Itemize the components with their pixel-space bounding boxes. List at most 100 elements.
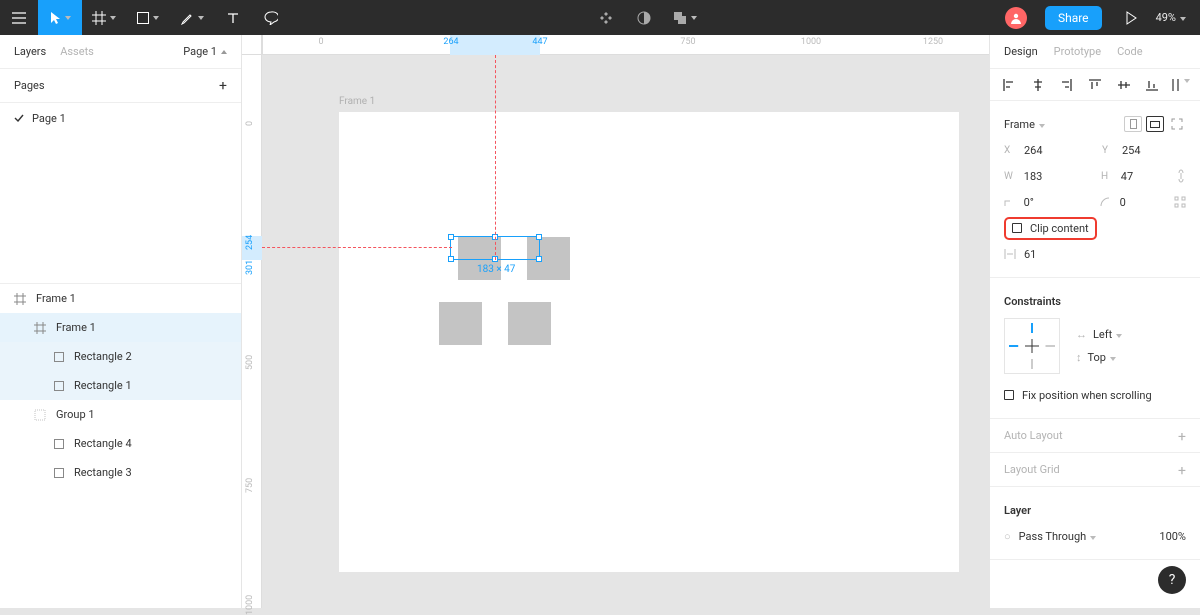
mask-icon[interactable]: [625, 0, 663, 35]
align-bottom-icon[interactable]: [1143, 79, 1161, 91]
rotation-icon: [1004, 197, 1016, 207]
text-tool-button[interactable]: [214, 0, 252, 35]
guide-horizontal: [262, 247, 452, 248]
clip-content-checkbox[interactable]: Clip content: [1004, 217, 1097, 240]
comment-tool-button[interactable]: [252, 0, 290, 35]
spacing-input[interactable]: 61: [1024, 248, 1072, 261]
clip-content-label: Clip content: [1030, 222, 1089, 235]
layer-label: Frame 1: [56, 321, 96, 334]
ruler-tick: 0: [318, 37, 323, 47]
w-input[interactable]: 183: [1024, 170, 1071, 183]
resize-to-fit-icon[interactable]: [1168, 116, 1186, 132]
ruler-tick: 500: [245, 355, 255, 370]
orientation-portrait[interactable]: [1124, 116, 1142, 132]
layer-frame1-inner[interactable]: Frame 1: [0, 313, 241, 342]
frame-icon: [14, 293, 26, 305]
pages-header: Pages: [14, 79, 45, 92]
layout-grid-section: Layout Grid +: [990, 453, 1200, 487]
page-row[interactable]: Page 1: [0, 103, 241, 133]
fix-position-checkbox[interactable]: [1004, 390, 1014, 400]
layer-rectangle-3[interactable]: Rectangle 3: [0, 458, 241, 487]
layer-label: Rectangle 3: [74, 466, 132, 479]
chevron-up-icon: [221, 50, 227, 54]
align-hcenter-icon[interactable]: [1029, 79, 1047, 91]
present-button[interactable]: [1112, 0, 1150, 35]
rectangle-icon: [54, 381, 64, 391]
align-left-icon[interactable]: [1000, 79, 1018, 91]
tab-layers[interactable]: Layers: [14, 45, 46, 58]
layer-rectangle-4[interactable]: Rectangle 4: [0, 429, 241, 458]
align-right-icon[interactable]: [1057, 79, 1075, 91]
rotation-input[interactable]: 0°: [1024, 196, 1070, 209]
h-input[interactable]: 47: [1121, 170, 1168, 183]
frame-type-dropdown[interactable]: Frame: [1004, 118, 1045, 131]
layer-section: Layer ○ Pass Through 100%: [990, 487, 1200, 560]
tab-assets[interactable]: Assets: [60, 45, 94, 58]
components-icon[interactable]: [587, 0, 625, 35]
tab-design[interactable]: Design: [1004, 45, 1038, 58]
distribute-icon[interactable]: [1172, 79, 1190, 91]
frame-icon: [34, 322, 46, 334]
independent-corners-icon[interactable]: [1174, 196, 1186, 208]
constraints-section: Constraints ↔Left ↕Top Fix position when…: [990, 278, 1200, 419]
canvas[interactable]: Frame 1 183 × 47: [262, 55, 989, 608]
checkbox-icon: [1012, 223, 1022, 233]
radius-input[interactable]: 0: [1120, 196, 1166, 209]
right-panel: Design Prototype Code Frame X 264 Y 254 …: [989, 35, 1200, 608]
layer-rectangle-1[interactable]: Rectangle 1: [0, 371, 241, 400]
frame-1-artboard[interactable]: Frame 1 183 × 47: [339, 112, 959, 572]
blend-mode-dropdown[interactable]: Pass Through: [1019, 530, 1097, 543]
tab-code[interactable]: Code: [1117, 45, 1142, 58]
page-label: Page 1: [32, 112, 66, 125]
constraint-vertical-dropdown[interactable]: ↕Top: [1076, 351, 1122, 364]
rectangle-icon: [54, 352, 64, 362]
orientation-landscape[interactable]: [1146, 116, 1164, 132]
pen-tool-button[interactable]: [170, 0, 214, 35]
boolean-icon[interactable]: [663, 0, 707, 35]
link-dimensions-icon[interactable]: [1176, 169, 1186, 183]
rectangle-3[interactable]: [439, 302, 482, 345]
layer-label: Rectangle 1: [74, 379, 132, 392]
layer-group-1[interactable]: Group 1: [0, 400, 241, 429]
move-tool-button[interactable]: [38, 0, 82, 35]
share-button[interactable]: Share: [1045, 6, 1102, 30]
align-vcenter-icon[interactable]: [1115, 79, 1133, 91]
x-input[interactable]: 264: [1024, 144, 1072, 157]
selection-handle[interactable]: [448, 234, 454, 240]
page-indicator-label: Page 1: [183, 45, 217, 58]
auto-layout-section: Auto Layout +: [990, 419, 1200, 453]
canvas-area[interactable]: 0 264 447 750 1000 1250 1500 0 254 301 5…: [242, 35, 989, 608]
page-indicator[interactable]: Page 1: [183, 45, 227, 58]
fix-position-label: Fix position when scrolling: [1022, 389, 1152, 402]
align-top-icon[interactable]: [1086, 79, 1104, 91]
blend-mode-icon: ○: [1004, 530, 1011, 543]
rectangle-4[interactable]: [508, 302, 551, 345]
add-page-button[interactable]: +: [219, 78, 227, 94]
shape-tool-button[interactable]: [126, 0, 170, 35]
tab-prototype[interactable]: Prototype: [1054, 45, 1101, 58]
y-input[interactable]: 254: [1122, 144, 1170, 157]
frame-tool-button[interactable]: [82, 0, 126, 35]
main-menu-button[interactable]: [0, 0, 38, 35]
opacity-input[interactable]: 100%: [1159, 530, 1186, 543]
zoom-dropdown[interactable]: 49%: [1150, 11, 1200, 24]
help-button[interactable]: ?: [1158, 566, 1186, 594]
ruler-tick: 1000: [245, 595, 255, 615]
ruler-tick: 750: [245, 478, 255, 493]
rectangle-icon: [54, 468, 64, 478]
layer-rectangle-2[interactable]: Rectangle 2: [0, 342, 241, 371]
constraint-horizontal-dropdown[interactable]: ↔Left: [1076, 328, 1122, 341]
add-auto-layout-button[interactable]: +: [1178, 429, 1186, 445]
add-layout-grid-button[interactable]: +: [1178, 463, 1186, 479]
user-avatar[interactable]: [1005, 7, 1027, 29]
selection-handle[interactable]: [536, 234, 542, 240]
selection-handle[interactable]: [448, 256, 454, 262]
layer-frame1-outer[interactable]: Frame 1: [0, 284, 241, 313]
constraints-widget[interactable]: [1004, 318, 1060, 374]
radius-icon: [1100, 197, 1112, 207]
selection-handle[interactable]: [536, 256, 542, 262]
guide-vertical: [495, 55, 496, 260]
layout-grid-title: Layout Grid: [1004, 463, 1060, 476]
h-label: H: [1101, 171, 1113, 182]
frame-label: Frame 1: [339, 96, 375, 107]
